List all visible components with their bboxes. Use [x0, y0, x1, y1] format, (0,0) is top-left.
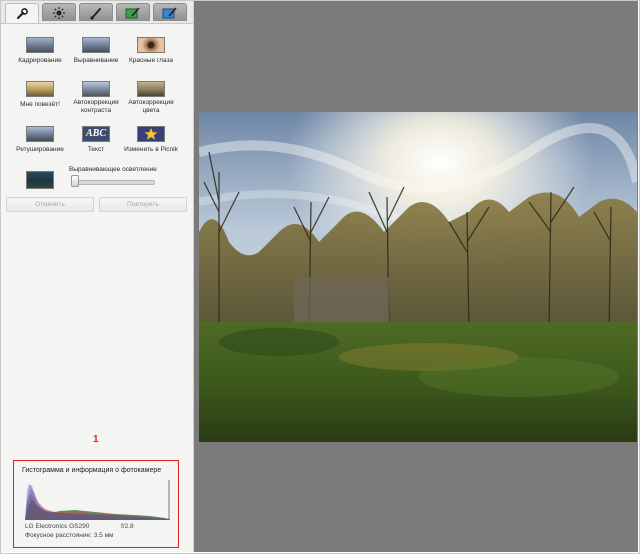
- tool-auto-color-label-1: Автокоррекция: [128, 99, 174, 106]
- tool-red-eye[interactable]: Красные глаза: [121, 37, 181, 65]
- tool-text-label: Текст: [87, 146, 105, 153]
- tool-red-eye-label: Красные глаза: [128, 57, 174, 64]
- star-icon: [144, 128, 158, 140]
- tool-auto-contrast[interactable]: Автокоррекция контраста: [66, 81, 126, 115]
- straighten-thumb: [82, 37, 110, 53]
- edit-icon: [162, 6, 177, 18]
- crop-thumb: [26, 37, 54, 53]
- tool-crop[interactable]: Кадрирование: [10, 37, 70, 65]
- tab-effects[interactable]: [42, 3, 76, 21]
- tool-auto-contrast-label-1: Автокоррекция: [73, 99, 119, 106]
- brush-icon: [90, 7, 101, 20]
- frame-icon: [125, 6, 140, 18]
- wrench-icon: [16, 7, 28, 19]
- tab-basic-edits[interactable]: [5, 3, 39, 23]
- tool-straighten[interactable]: Выравнивание: [66, 37, 126, 65]
- tool-feeling-lucky-label: Мне повезёт!: [20, 101, 60, 108]
- histogram-panel: Гистограмма и информация о фотокамере LG…: [13, 460, 179, 548]
- red-eye-thumb: [137, 37, 165, 53]
- tool-retouch-label: Ретуширование: [16, 146, 64, 153]
- tool-text[interactable]: ABC Текст: [66, 126, 126, 154]
- tool-picnik-label: Изменить в Picnik: [124, 146, 178, 153]
- camera-model: LG Electronics GS290: [25, 523, 90, 530]
- tool-straighten-label: Выравнивание: [73, 57, 119, 64]
- tab-frames[interactable]: [116, 3, 150, 21]
- text-thumb-glyph: ABC: [85, 128, 106, 139]
- tab-bar: [1, 1, 193, 24]
- text-thumb: ABC: [82, 126, 110, 142]
- undo-button[interactable]: Отменить: [6, 197, 94, 212]
- camera-aperture: f/2.8: [121, 523, 134, 530]
- tool-auto-color[interactable]: Автокоррекция цвета: [121, 81, 181, 115]
- tool-feeling-lucky[interactable]: Мне повезёт!: [10, 81, 70, 109]
- feeling-lucky-thumb: [26, 81, 54, 97]
- tab-edit[interactable]: [153, 3, 187, 21]
- retouch-thumb: [26, 126, 54, 142]
- photo-canvas[interactable]: [199, 112, 637, 442]
- auto-color-thumb: [137, 81, 165, 97]
- tool-crop-label: Кадрирование: [18, 57, 62, 64]
- fill-light-slider-handle[interactable]: [71, 175, 79, 187]
- tool-auto-contrast-label-2: контраста: [80, 107, 112, 114]
- auto-contrast-thumb: [82, 81, 110, 97]
- histogram-chart: [25, 480, 170, 520]
- tool-auto-color-label-2: цвета: [142, 107, 160, 114]
- histogram-title: Гистограмма и информация о фотокамере: [22, 467, 162, 474]
- brightness-icon: [53, 6, 65, 19]
- tool-picnik[interactable]: Изменить в Picnik: [121, 126, 181, 154]
- picnik-thumb: [137, 126, 165, 142]
- annotation-marker: 1: [93, 434, 99, 445]
- landscape-photo: [199, 112, 637, 442]
- fill-light-track[interactable]: [71, 180, 155, 185]
- fill-light-label: Выравнивающее осветление: [69, 166, 157, 173]
- redo-button[interactable]: Повторить: [99, 197, 187, 212]
- focal-length: Фокусное расстояние: 3.5 мм: [25, 532, 114, 539]
- fill-light-thumb: [26, 171, 54, 189]
- tool-retouch[interactable]: Ретуширование: [10, 126, 70, 154]
- tab-brush[interactable]: [79, 3, 113, 21]
